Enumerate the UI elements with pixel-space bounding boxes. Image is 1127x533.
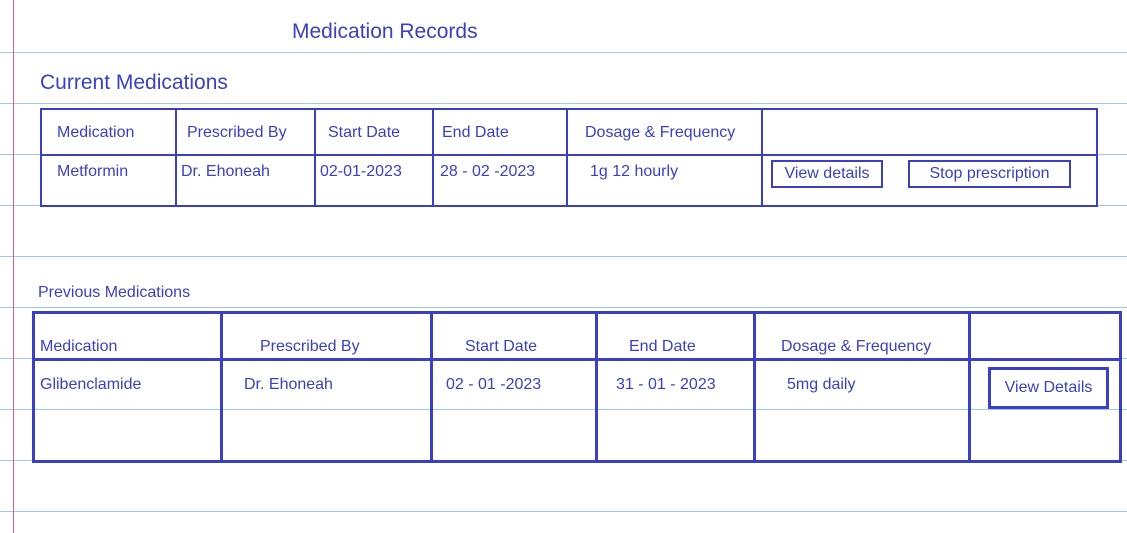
- header-dosage-frequency: Dosage & Frequency: [585, 124, 736, 141]
- column-divider: [968, 314, 971, 460]
- notebook-margin-line: [13, 0, 14, 533]
- header-prescribed-by: Prescribed By: [260, 338, 360, 355]
- header-medication: Medication: [40, 338, 118, 355]
- cell-start-date: 02 - 01 -2023: [446, 376, 542, 393]
- header-start-date: Start Date: [328, 124, 401, 141]
- header-medication: Medication: [57, 124, 135, 141]
- stop-prescription-button[interactable]: Stop prescription: [908, 160, 1071, 188]
- cell-prescribed-by: Dr. Ehoneah: [181, 163, 270, 180]
- column-divider: [753, 314, 756, 460]
- column-divider: [314, 110, 316, 205]
- cell-prescribed-by: Dr. Ehoneah: [244, 376, 333, 393]
- column-divider: [761, 110, 763, 205]
- column-divider: [566, 110, 568, 205]
- table-header-divider: [42, 154, 1096, 156]
- cell-dosage: 1g 12 hourly: [590, 163, 679, 180]
- page-title: Medication Records: [292, 20, 478, 43]
- header-end-date: End Date: [442, 124, 509, 141]
- current-medications-table: Medication Prescribed By Start Date End …: [40, 108, 1098, 207]
- cell-end-date: 28 - 02 -2023: [440, 163, 536, 180]
- header-dosage-frequency: Dosage & Frequency: [781, 338, 932, 355]
- cell-end-date: 31 - 01 - 2023: [616, 376, 716, 393]
- header-start-date: Start Date: [465, 338, 538, 355]
- cell-medication: Glibenclamide: [40, 376, 142, 393]
- column-divider: [220, 314, 223, 460]
- header-prescribed-by: Prescribed By: [187, 124, 287, 141]
- cell-medication: Metformin: [57, 163, 129, 180]
- previous-medications-title: Previous Medications: [38, 284, 191, 301]
- cell-dosage: 5mg daily: [787, 376, 856, 393]
- current-medications-title: Current Medications: [40, 71, 228, 94]
- column-divider: [432, 110, 434, 205]
- table-header-divider: [35, 358, 1119, 361]
- column-divider: [175, 110, 177, 205]
- view-details-button[interactable]: View details: [771, 160, 883, 188]
- header-end-date: End Date: [629, 338, 696, 355]
- cell-start-date: 02-01-2023: [320, 163, 402, 180]
- column-divider: [595, 314, 598, 460]
- column-divider: [430, 314, 433, 460]
- view-details-button[interactable]: View Details: [988, 367, 1109, 409]
- previous-medications-table: Medication Prescribed By Start Date End …: [32, 311, 1122, 463]
